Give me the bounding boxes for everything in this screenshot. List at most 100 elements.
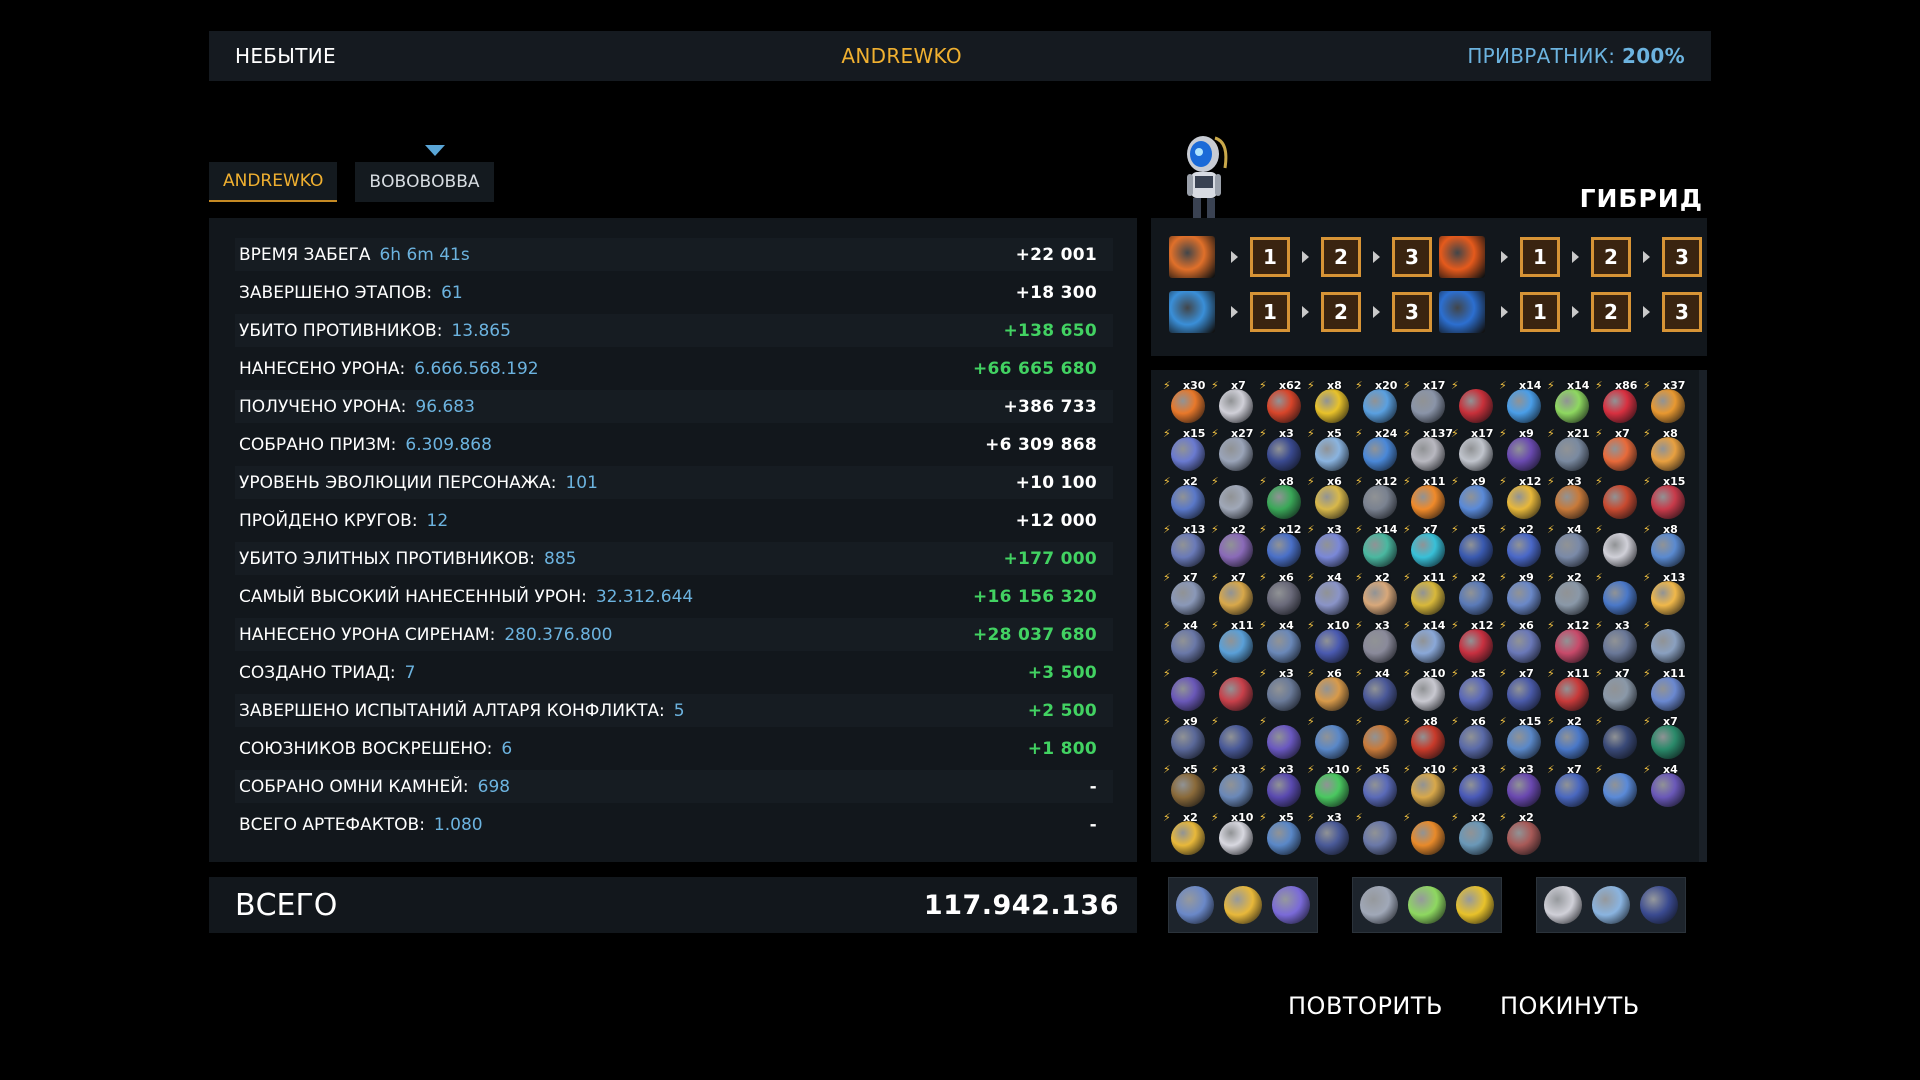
artifact-item[interactable]: ⚡ bbox=[1211, 714, 1259, 762]
artifact-item[interactable]: ⚡ bbox=[1451, 378, 1499, 426]
artifact-item[interactable]: ⚡ x7 bbox=[1403, 522, 1451, 570]
artifact-item[interactable]: ⚡ x2 bbox=[1451, 570, 1499, 618]
artifact-item[interactable]: ⚡ bbox=[1595, 522, 1643, 570]
artifact-item[interactable]: ⚡ x8 bbox=[1307, 378, 1355, 426]
artifact-item[interactable]: ⚡ bbox=[1595, 762, 1643, 810]
retry-button[interactable]: ПОВТОРИТЬ bbox=[1288, 992, 1443, 1020]
artifact-item[interactable]: ⚡ x3 bbox=[1595, 618, 1643, 666]
artifact-item[interactable]: ⚡ x3 bbox=[1499, 762, 1547, 810]
artifact-item[interactable]: ⚡ bbox=[1595, 570, 1643, 618]
weapon-level-1[interactable]: 1 bbox=[1250, 292, 1290, 332]
artifact-item[interactable]: ⚡ x9 bbox=[1499, 570, 1547, 618]
leave-button[interactable]: ПОКИНУТЬ bbox=[1500, 992, 1640, 1020]
weapon-level-2[interactable]: 2 bbox=[1321, 237, 1361, 277]
weapon-level-1[interactable]: 1 bbox=[1250, 237, 1290, 277]
artifact-item[interactable]: ⚡ x7 bbox=[1595, 426, 1643, 474]
artifact-item[interactable]: ⚡ bbox=[1355, 810, 1403, 858]
artifact-item[interactable]: ⚡ x15 bbox=[1163, 426, 1211, 474]
artifact-item[interactable]: ⚡ x8 bbox=[1259, 474, 1307, 522]
weapon-level-2[interactable]: 2 bbox=[1591, 292, 1631, 332]
artifact-item[interactable]: ⚡ x7 bbox=[1595, 666, 1643, 714]
artifact-item[interactable]: ⚡ bbox=[1211, 666, 1259, 714]
artifact-item[interactable]: ⚡ bbox=[1163, 666, 1211, 714]
artifact-item[interactable]: ⚡ x17 bbox=[1403, 378, 1451, 426]
artifact-item[interactable]: ⚡ x4 bbox=[1307, 570, 1355, 618]
artifact-item[interactable]: ⚡ x12 bbox=[1451, 618, 1499, 666]
artifact-item[interactable]: ⚡ x6 bbox=[1307, 474, 1355, 522]
artifact-item[interactable]: ⚡ x5 bbox=[1451, 522, 1499, 570]
artifact-item[interactable]: ⚡ x7 bbox=[1211, 378, 1259, 426]
artifact-item[interactable]: ⚡ x6 bbox=[1499, 618, 1547, 666]
artifact-item[interactable]: ⚡ x86 bbox=[1595, 378, 1643, 426]
ice-hook-icon[interactable] bbox=[1439, 291, 1485, 333]
artifact-item[interactable]: ⚡ x5 bbox=[1451, 666, 1499, 714]
artifact-item[interactable]: ⚡ x12 bbox=[1355, 474, 1403, 522]
artifact-item[interactable]: ⚡ x9 bbox=[1163, 714, 1211, 762]
artifact-item[interactable]: ⚡ x11 bbox=[1403, 570, 1451, 618]
artifact-item[interactable]: ⚡ x30 bbox=[1163, 378, 1211, 426]
ice-dash-icon[interactable] bbox=[1169, 291, 1215, 333]
artifact-item[interactable]: ⚡ bbox=[1595, 714, 1643, 762]
artifact-item[interactable]: ⚡ x9 bbox=[1499, 426, 1547, 474]
artifact-item[interactable]: ⚡ x8 bbox=[1643, 426, 1691, 474]
artifact-item[interactable]: ⚡ x13 bbox=[1643, 570, 1691, 618]
artifact-item[interactable]: ⚡ bbox=[1403, 810, 1451, 858]
artifact-item[interactable]: ⚡ x8 bbox=[1403, 714, 1451, 762]
artifact-item[interactable]: ⚡ x12 bbox=[1547, 618, 1595, 666]
artifact-item[interactable]: ⚡ x5 bbox=[1259, 810, 1307, 858]
artifact-item[interactable]: ⚡ x2 bbox=[1355, 570, 1403, 618]
artifact-item[interactable]: ⚡ x4 bbox=[1547, 522, 1595, 570]
items-scrollbar[interactable] bbox=[1699, 370, 1707, 862]
artifact-item[interactable]: ⚡ x2 bbox=[1547, 714, 1595, 762]
artifact-item[interactable]: ⚡ x6 bbox=[1451, 714, 1499, 762]
artifact-item[interactable]: ⚡ x15 bbox=[1643, 474, 1691, 522]
weapon-level-3[interactable]: 3 bbox=[1392, 237, 1432, 277]
artifact-item[interactable]: ⚡ x14 bbox=[1403, 618, 1451, 666]
artifact-item[interactable]: ⚡ x2 bbox=[1163, 810, 1211, 858]
weapon-level-2[interactable]: 2 bbox=[1591, 237, 1631, 277]
artifact-item[interactable]: ⚡ x15 bbox=[1499, 714, 1547, 762]
artifact-item[interactable]: ⚡ x10 bbox=[1307, 618, 1355, 666]
artifact-item[interactable]: ⚡ x10 bbox=[1211, 810, 1259, 858]
artifact-item[interactable]: ⚡ x3 bbox=[1451, 762, 1499, 810]
artifact-item[interactable]: ⚡ bbox=[1259, 714, 1307, 762]
fire-orb-icon[interactable] bbox=[1439, 236, 1485, 278]
artifact-item[interactable]: ⚡ x2 bbox=[1451, 810, 1499, 858]
artifact-item[interactable]: ⚡ x2 bbox=[1211, 522, 1259, 570]
artifact-item[interactable]: ⚡ x9 bbox=[1451, 474, 1499, 522]
slash-fire-icon[interactable] bbox=[1169, 236, 1215, 278]
artifact-item[interactable]: ⚡ x2 bbox=[1547, 570, 1595, 618]
artifact-item[interactable]: ⚡ x11 bbox=[1403, 474, 1451, 522]
artifact-item[interactable]: ⚡ x7 bbox=[1163, 570, 1211, 618]
artifact-item[interactable]: ⚡ x8 bbox=[1643, 522, 1691, 570]
artifact-item[interactable]: ⚡ x24 bbox=[1355, 426, 1403, 474]
artifact-item[interactable]: ⚡ x2 bbox=[1499, 522, 1547, 570]
artifact-item[interactable]: ⚡ x5 bbox=[1307, 426, 1355, 474]
weapon-level-1[interactable]: 1 bbox=[1520, 237, 1560, 277]
triad-slot-2[interactable] bbox=[1352, 877, 1502, 933]
artifact-item[interactable]: ⚡ x3 bbox=[1211, 762, 1259, 810]
artifact-item[interactable]: ⚡ x7 bbox=[1547, 762, 1595, 810]
artifact-item[interactable]: ⚡ x14 bbox=[1499, 378, 1547, 426]
artifact-item[interactable]: ⚡ x11 bbox=[1211, 618, 1259, 666]
artifact-item[interactable]: ⚡ x4 bbox=[1355, 666, 1403, 714]
artifact-item[interactable]: ⚡ x37 bbox=[1643, 378, 1691, 426]
artifact-item[interactable]: ⚡ x7 bbox=[1499, 666, 1547, 714]
artifact-item[interactable]: ⚡ x11 bbox=[1547, 666, 1595, 714]
artifact-item[interactable]: ⚡ x17 bbox=[1451, 426, 1499, 474]
artifact-item[interactable]: ⚡ x12 bbox=[1499, 474, 1547, 522]
weapon-level-3[interactable]: 3 bbox=[1662, 292, 1702, 332]
artifact-item[interactable]: ⚡ x10 bbox=[1307, 762, 1355, 810]
artifact-item[interactable]: ⚡ x11 bbox=[1643, 666, 1691, 714]
artifact-item[interactable]: ⚡ x10 bbox=[1403, 762, 1451, 810]
artifact-item[interactable]: ⚡ bbox=[1307, 714, 1355, 762]
artifact-item[interactable]: ⚡ x3 bbox=[1259, 426, 1307, 474]
artifact-item[interactable]: ⚡ x6 bbox=[1259, 570, 1307, 618]
tab-player-2[interactable]: ВОВОВОВВА bbox=[355, 162, 494, 202]
artifact-item[interactable]: ⚡ x10 bbox=[1403, 666, 1451, 714]
artifact-item[interactable]: ⚡ x3 bbox=[1307, 522, 1355, 570]
artifact-item[interactable]: ⚡ x4 bbox=[1163, 618, 1211, 666]
weapon-level-3[interactable]: 3 bbox=[1662, 237, 1702, 277]
artifact-item[interactable]: ⚡ x2 bbox=[1163, 474, 1211, 522]
artifact-item[interactable]: ⚡ x3 bbox=[1547, 474, 1595, 522]
